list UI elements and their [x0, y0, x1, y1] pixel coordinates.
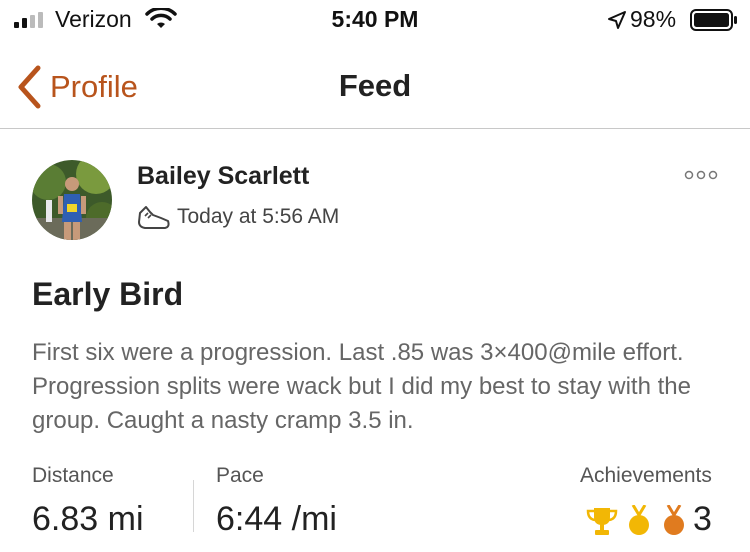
achievements-label: Achievements — [580, 464, 712, 487]
activity-title[interactable]: Early Bird — [32, 276, 183, 313]
achievements-count: 3 — [693, 500, 712, 538]
running-shoe-icon — [138, 206, 170, 229]
stat-divider — [193, 480, 194, 532]
distance-label: Distance — [32, 464, 114, 487]
trophy-icon — [586, 508, 618, 535]
avatar[interactable] — [32, 160, 112, 240]
bronze-medal-icon — [664, 505, 684, 535]
activity-time: Today at 5:56 AM — [177, 205, 340, 228]
distance-value: 6.83 mi — [32, 500, 144, 538]
pace-label: Pace — [216, 464, 264, 487]
activity-description: First six were a progression. Last .85 w… — [32, 339, 691, 434]
nav-bar: Profile Feed — [0, 52, 750, 129]
battery-percent: 98% — [630, 6, 677, 32]
status-bar: Verizon 5:40 PM 98% — [0, 0, 750, 40]
location-arrow-icon — [608, 11, 626, 29]
athlete-name[interactable]: Bailey Scarlett — [137, 162, 309, 191]
more-options-icon[interactable] — [684, 168, 718, 182]
battery-icon — [690, 9, 737, 31]
gold-medal-icon — [629, 505, 649, 535]
page-title: Feed — [338, 68, 412, 103]
pace-value: 6:44 /mi — [216, 500, 337, 538]
